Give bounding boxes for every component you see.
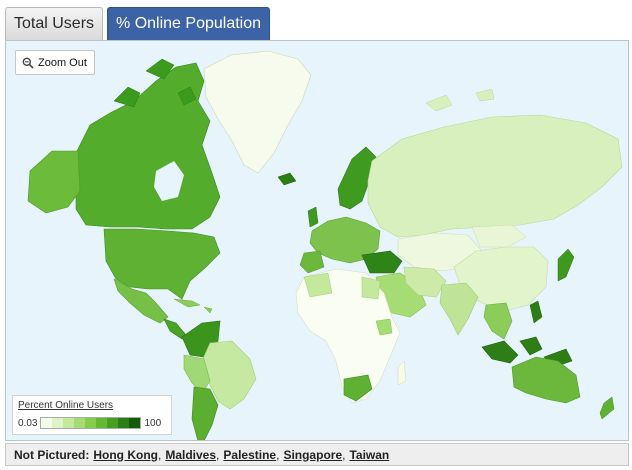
legend-gradient [40, 417, 142, 429]
legend-swatch-2 [63, 418, 75, 428]
region-canada[interactable] [75, 62, 221, 230]
legend-max-value: 100 [144, 417, 162, 429]
link-singapore[interactable]: Singapore [283, 448, 342, 462]
magnifier-icon [22, 57, 34, 69]
tab-total-users-label: Total Users [14, 15, 95, 32]
region-russian-islands[interactable] [425, 88, 495, 112]
separator: , [276, 447, 280, 462]
region-uk[interactable] [307, 206, 319, 228]
region-madagascar[interactable] [397, 360, 407, 386]
zoom-out-label: Zoom Out [38, 56, 87, 69]
region-greenland[interactable] [203, 50, 312, 174]
region-central-america[interactable] [163, 318, 187, 340]
legend-swatch-4 [85, 418, 97, 428]
legend-swatch-3 [74, 418, 86, 428]
region-russia[interactable] [367, 114, 623, 238]
legend-min-value: 0.03 [18, 417, 38, 429]
legend-swatch-8 [129, 418, 141, 428]
tab-online-population[interactable]: % Online Population [107, 7, 271, 40]
legend-swatch-7 [118, 418, 130, 428]
tab-bar: Total Users % Online Population [5, 7, 271, 40]
color-legend: Percent Online Users 0.03 100 [12, 395, 172, 435]
region-iceland[interactable] [277, 172, 297, 186]
region-japan[interactable] [557, 248, 575, 282]
region-argentina-chile[interactable] [191, 386, 219, 441]
region-india[interactable] [439, 282, 479, 336]
zoom-out-button[interactable]: Zoom Out [15, 50, 95, 75]
geo-chart-widget: Total Users % Online Population Zoom Out… [0, 0, 632, 470]
link-hong-kong[interactable]: Hong Kong [93, 448, 158, 462]
separator: , [342, 447, 346, 462]
tab-online-population-label: % Online Population [116, 15, 262, 32]
region-turkey[interactable] [361, 250, 403, 274]
tab-total-users[interactable]: Total Users [5, 7, 104, 40]
region-caribbean[interactable] [173, 298, 213, 314]
separator: , [216, 447, 220, 462]
legend-scale: 0.03 100 [18, 417, 166, 429]
not-pictured-bar: Not Pictured: Hong Kong, Maldives, Pales… [5, 443, 629, 466]
legend-swatch-1 [52, 418, 64, 428]
region-southeast-asia[interactable] [483, 302, 513, 340]
legend-swatch-0 [41, 418, 53, 428]
link-palestine[interactable]: Palestine [223, 448, 276, 462]
region-alaska[interactable] [27, 150, 81, 214]
region-mongolia[interactable] [471, 224, 527, 248]
region-iberia[interactable] [299, 250, 325, 274]
map-canvas[interactable] [6, 41, 629, 441]
legend-title: Percent Online Users [18, 400, 114, 411]
separator: , [158, 447, 162, 462]
legend-swatch-6 [107, 418, 119, 428]
region-new-zealand[interactable] [599, 396, 615, 420]
region-philippines[interactable] [529, 300, 543, 324]
not-pictured-label: Not Pictured: [14, 447, 90, 462]
link-taiwan[interactable]: Taiwan [349, 448, 389, 462]
world-map[interactable]: Zoom Out Percent Online Users 0.03 100 [5, 40, 629, 441]
legend-swatch-5 [96, 418, 108, 428]
link-maldives[interactable]: Maldives [165, 448, 216, 462]
region-australia[interactable] [511, 356, 581, 404]
